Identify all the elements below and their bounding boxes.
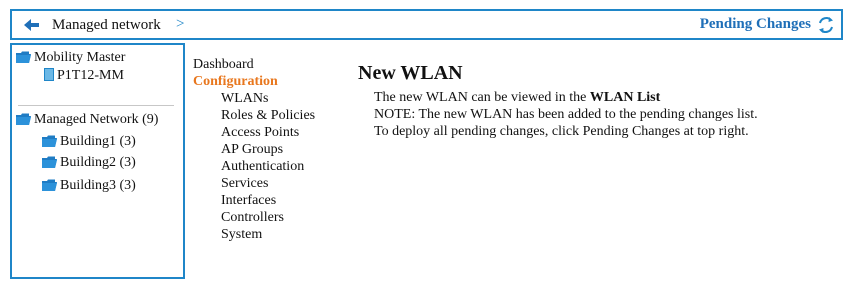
top-bar: Managed network > Pending Changes (10, 9, 843, 40)
tree-divider (18, 105, 174, 106)
tree-item-label: Building1 (3) (60, 134, 136, 149)
nav-item-system[interactable]: System (193, 226, 315, 243)
page-title: New WLAN (358, 62, 463, 84)
breadcrumb-managed-network[interactable]: Managed network (52, 17, 161, 34)
folder-icon (42, 135, 57, 147)
nav-item-wlans[interactable]: WLANs (193, 90, 315, 107)
folder-icon (42, 179, 57, 191)
tree-item-mobility-master[interactable]: Mobility Master (16, 50, 125, 66)
folder-icon (16, 51, 31, 63)
wlan-list-message: The new WLAN can be viewed in the WLAN L… (374, 89, 758, 106)
tree-item-building1[interactable]: Building1 (3) (42, 134, 136, 150)
pending-changes-button[interactable]: Pending Changes (700, 16, 811, 33)
deploy-instruction-message: To deploy all pending changes, click Pen… (374, 124, 749, 139)
device-icon (44, 68, 54, 81)
config-nav-menu: Dashboard Configuration WLANs Roles & Po… (193, 56, 315, 243)
nav-item-access-points[interactable]: Access Points (193, 124, 315, 141)
tree-item-label: Managed Network (9) (34, 112, 159, 127)
tree-item-label: Mobility Master (34, 50, 126, 65)
network-tree-panel: Mobility Master P1T12-MM Managed Network… (10, 43, 185, 279)
nav-dashboard[interactable]: Dashboard (193, 56, 315, 73)
refresh-cycle-icon[interactable] (815, 14, 837, 36)
nav-configuration[interactable]: Configuration (193, 73, 315, 90)
wlan-list-link[interactable]: WLAN List (590, 90, 660, 105)
tree-item-label: P1T12-MM (57, 68, 124, 83)
arrow-left-icon[interactable] (22, 17, 40, 33)
nav-item-services[interactable]: Services (193, 175, 315, 192)
tree-item-device[interactable]: P1T12-MM (44, 68, 124, 84)
folder-icon (42, 156, 57, 168)
message-text: The new WLAN can be viewed in the (374, 90, 587, 105)
tree-item-building3[interactable]: Building3 (3) (42, 178, 136, 194)
nav-item-roles-policies[interactable]: Roles & Policies (193, 107, 315, 124)
breadcrumb-separator: > (176, 16, 185, 32)
nav-item-interfaces[interactable]: Interfaces (193, 192, 315, 209)
nav-item-authentication[interactable]: Authentication (193, 158, 315, 175)
tree-item-managed-network[interactable]: Managed Network (9) (16, 112, 158, 128)
nav-item-controllers[interactable]: Controllers (193, 209, 315, 226)
folder-icon (16, 113, 31, 125)
tree-item-label: Building2 (3) (60, 155, 136, 170)
main-content: New WLAN The new WLAN can be viewed in t… (358, 62, 758, 140)
nav-item-ap-groups[interactable]: AP Groups (193, 141, 315, 158)
tree-item-building2[interactable]: Building2 (3) (42, 155, 136, 171)
pending-note-message: NOTE: The new WLAN has been added to the… (374, 107, 758, 122)
tree-item-label: Building3 (3) (60, 178, 136, 193)
